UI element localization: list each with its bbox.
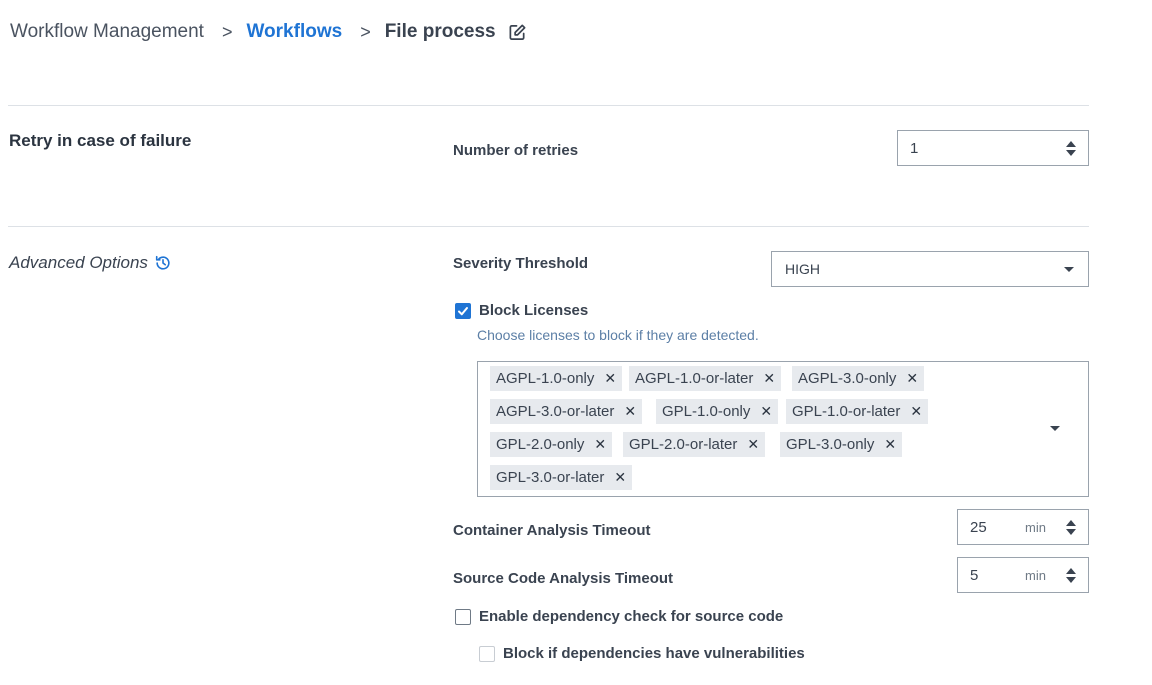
close-icon[interactable]: ✕ — [594, 436, 606, 453]
license-tag: AGPL-1.0-or-later ✕ — [629, 366, 782, 391]
source-timeout-value[interactable]: 5 — [958, 567, 1025, 584]
decrement-arrow-icon[interactable] — [1066, 576, 1076, 583]
license-tag: GPL-1.0-only ✕ — [656, 399, 779, 424]
license-tag-label: GPL-2.0-only — [496, 436, 585, 453]
severity-value: HIGH — [785, 261, 820, 277]
breadcrumb-root[interactable]: Workflow Management — [10, 21, 204, 43]
decrement-arrow-icon[interactable] — [1066, 149, 1076, 156]
license-tag: GPL-3.0-or-later ✕ — [490, 465, 633, 490]
advanced-section-title: Advanced Options — [9, 253, 172, 273]
license-tag-label: AGPL-1.0-or-later — [635, 370, 754, 387]
close-icon[interactable]: ✕ — [747, 436, 759, 453]
container-timeout-value[interactable]: 25 — [958, 519, 1025, 536]
license-tag: AGPL-3.0-or-later ✕ — [490, 399, 643, 424]
close-icon[interactable]: ✕ — [760, 403, 772, 420]
increment-arrow-icon[interactable] — [1066, 567, 1076, 574]
close-icon[interactable]: ✕ — [910, 403, 922, 420]
chevron-down-icon[interactable] — [1050, 426, 1060, 431]
license-tag-label: GPL-3.0-or-later — [496, 469, 605, 486]
close-icon[interactable]: ✕ — [763, 370, 775, 387]
dependency-check-row: Enable dependency check for source code — [455, 608, 783, 625]
retries-value[interactable]: 1 — [898, 140, 1060, 157]
block-vulnerable-checkbox[interactable] — [479, 645, 495, 662]
license-tag-label: GPL-3.0-only — [786, 436, 875, 453]
chevron-down-icon — [1064, 266, 1074, 272]
block-licenses-checkbox[interactable] — [455, 302, 471, 319]
section-divider — [8, 105, 1089, 106]
block-licenses-helper: Choose licenses to block if they are det… — [477, 327, 759, 343]
increment-arrow-icon[interactable] — [1066, 140, 1076, 147]
container-timeout-stepper[interactable]: 25 min — [957, 509, 1089, 545]
container-timeout-spinner[interactable] — [1060, 519, 1082, 535]
breadcrumb: Workflow Management > Workflows > File p… — [10, 20, 527, 44]
dependency-check-checkbox[interactable] — [455, 608, 471, 625]
source-timeout-unit: min — [1025, 567, 1046, 583]
edit-icon[interactable] — [508, 23, 527, 42]
license-tag: GPL-1.0-or-later ✕ — [786, 399, 929, 424]
section-divider — [8, 226, 1089, 227]
license-tag-label: AGPL-1.0-only — [496, 370, 595, 387]
license-tag: GPL-2.0-only ✕ — [490, 432, 613, 457]
advanced-section-label: Advanced Options — [9, 253, 148, 272]
source-timeout-stepper[interactable]: 5 min — [957, 557, 1089, 593]
close-icon[interactable]: ✕ — [624, 403, 636, 420]
checkmark-icon — [458, 306, 468, 315]
block-licenses-row: Block Licenses — [455, 302, 588, 319]
history-icon[interactable] — [154, 254, 172, 272]
breadcrumb-separator: > — [221, 21, 233, 42]
close-icon[interactable]: ✕ — [604, 370, 616, 387]
license-tag-label: GPL-2.0-or-later — [629, 436, 738, 453]
license-tag: GPL-2.0-or-later ✕ — [623, 432, 766, 457]
close-icon[interactable]: ✕ — [614, 469, 626, 486]
license-tag-label: AGPL-3.0-only — [798, 370, 897, 387]
retry-section-title: Retry in case of failure — [9, 131, 192, 150]
retries-stepper[interactable]: 1 — [897, 130, 1089, 166]
close-icon[interactable]: ✕ — [906, 370, 918, 387]
block-vulnerable-row: Block if dependencies have vulnerabiliti… — [479, 645, 805, 662]
license-tag: AGPL-1.0-only ✕ — [490, 366, 623, 391]
license-tag-label: GPL-1.0-or-later — [792, 403, 901, 420]
dependency-check-label[interactable]: Enable dependency check for source code — [479, 608, 783, 625]
source-timeout-label: Source Code Analysis Timeout — [453, 570, 674, 587]
license-tag-label: AGPL-3.0-or-later — [496, 403, 615, 420]
source-timeout-spinner[interactable] — [1060, 567, 1082, 583]
block-licenses-label[interactable]: Block Licenses — [479, 302, 588, 319]
increment-arrow-icon[interactable] — [1066, 519, 1076, 526]
license-tag: GPL-3.0-only ✕ — [780, 432, 903, 457]
license-tag-label: GPL-1.0-only — [662, 403, 751, 420]
decrement-arrow-icon[interactable] — [1066, 528, 1076, 535]
retries-label: Number of retries — [453, 142, 579, 159]
retries-spinner[interactable] — [1060, 140, 1082, 156]
severity-select[interactable]: HIGH — [771, 251, 1089, 287]
block-vulnerable-label[interactable]: Block if dependencies have vulnerabiliti… — [503, 645, 805, 662]
breadcrumb-workflows-link[interactable]: Workflows — [246, 21, 342, 43]
severity-label: Severity Threshold — [453, 255, 589, 272]
container-timeout-label: Container Analysis Timeout — [453, 522, 651, 539]
license-tag: AGPL-3.0-only ✕ — [792, 366, 925, 391]
container-timeout-unit: min — [1025, 519, 1046, 535]
close-icon[interactable]: ✕ — [884, 436, 896, 453]
breadcrumb-separator: > — [360, 21, 371, 42]
page-title: File process — [384, 21, 496, 42]
licenses-multiselect[interactable]: AGPL-1.0-only ✕ AGPL-1.0-or-later ✕ AGPL-3… — [477, 361, 1089, 497]
